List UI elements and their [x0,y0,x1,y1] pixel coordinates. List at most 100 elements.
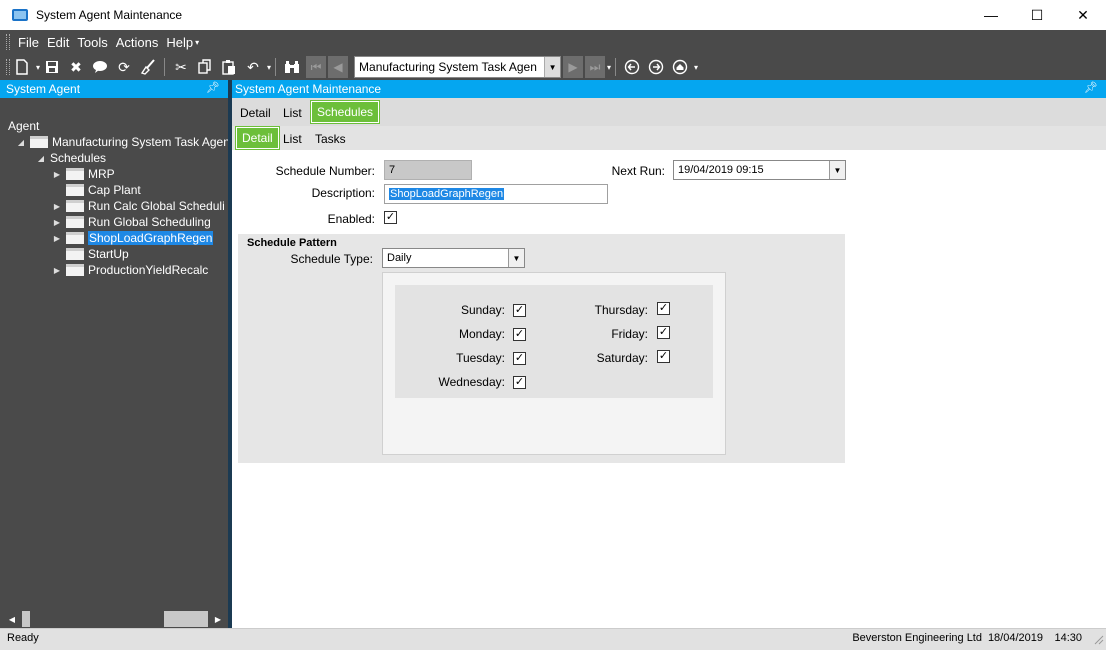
description-field[interactable]: ShopLoadGraphRegen [384,184,608,204]
close-button[interactable]: ✕ [1060,0,1106,30]
tree-node[interactable]: Cap Plant [52,182,141,198]
expand-icon[interactable]: ▶ [52,234,62,243]
tree-node[interactable]: ▶ Run Global Scheduling [52,214,211,230]
home-icon[interactable] [668,56,692,78]
day-checkbox[interactable]: ✓ [513,328,526,341]
next-run-field[interactable]: 19/04/2019 09:15 ▼ [673,160,846,180]
navigator-combo[interactable]: Manufacturing System Task Agen ▼ [354,56,562,78]
tree-node-label: Cap Plant [88,183,141,197]
copy-icon[interactable] [193,56,217,78]
folder-icon [66,216,84,228]
tree-node[interactable]: ▶ ShopLoadGraphRegen [52,230,214,246]
tree-node-label: Schedules [50,151,107,165]
schedule-number-field: 7 [384,160,472,180]
previous-record-icon[interactable]: ◀ [328,56,349,78]
schedule-type-label: Schedule Type: [290,252,373,266]
tree-node[interactable]: ▶ Run Calc Global Scheduli [52,198,225,214]
home-dropdown-icon[interactable]: ▾ [694,63,698,72]
day-checkbox[interactable]: ✓ [513,352,526,365]
search-binoculars-icon[interactable] [280,56,304,78]
tree-node-label: Run Global Scheduling [88,215,211,229]
scroll-thumb[interactable] [164,611,208,627]
subtab-tasks[interactable]: Tasks [310,128,351,150]
subtab-detail[interactable]: Detail [235,126,280,150]
day-checkbox[interactable]: ✓ [657,350,670,363]
status-bar: Ready Beverston Engineering Ltd 18/04/20… [0,628,1106,650]
days-container: Sunday: ✓ Monday: ✓ Tuesday: ✓ Wednesday: ✓ Thur… [382,272,726,455]
left-panel-header: System Agent 📌︎ [0,80,228,98]
days-panel: Sunday: ✓ Monday: ✓ Tuesday: ✓ Wednesday: ✓ Thur… [395,285,713,398]
tree-node[interactable]: StartUp [52,246,129,262]
resize-grip-icon[interactable] [1092,633,1104,645]
cut-icon[interactable]: ✂ [169,56,193,78]
tab-schedules[interactable]: Schedules [309,100,381,124]
chevron-down-icon[interactable]: ▼ [508,249,524,267]
menu-overflow-icon[interactable]: ▾ [195,38,199,47]
forward-icon[interactable] [644,56,668,78]
day-checkbox[interactable]: ✓ [657,302,670,315]
description-label: Description: [311,186,375,200]
status-time: 14:30 [1054,632,1082,644]
day-label: Saturday: [596,351,648,365]
day-checkbox[interactable]: ✓ [513,304,526,317]
day-label: Friday: [611,327,648,341]
chevron-down-icon[interactable]: ▼ [544,57,561,77]
menu-tools[interactable]: Tools [77,35,107,50]
clear-icon[interactable] [136,56,160,78]
menu-help[interactable]: Help [166,35,193,50]
status-ready: Ready [7,632,39,644]
day-checkbox[interactable]: ✓ [513,376,526,389]
expand-icon[interactable]: ▶ [52,218,62,227]
tab-detail[interactable]: Detail [235,102,276,124]
undo-icon[interactable]: ↶ [241,56,265,78]
schedule-pattern-title: Schedule Pattern [247,237,337,249]
menu-edit[interactable]: Edit [47,35,69,50]
horizontal-scrollbar[interactable]: ◀ ▶ [4,610,226,628]
maximize-button[interactable]: ☐ [1014,0,1060,30]
paste-icon[interactable] [217,56,241,78]
pin-icon[interactable]: 📌︎ [206,81,220,94]
minimize-button[interactable]: — [968,0,1014,30]
menu-grip[interactable] [6,34,10,50]
tree-node[interactable]: Agent [8,118,39,134]
expand-icon[interactable]: ▶ [52,202,62,211]
delete-icon[interactable]: ✖ [64,56,88,78]
collapse-icon[interactable]: ◢ [36,154,46,163]
tree-node[interactable]: ◢ Schedules [36,150,106,166]
scroll-right-icon[interactable]: ▶ [210,615,226,624]
day-checkbox[interactable]: ✓ [657,326,670,339]
tree-node[interactable]: ▶ MRP [52,166,115,182]
nav-dropdown-icon[interactable]: ▾ [607,63,611,72]
schedule-type-select[interactable]: Daily ▼ [382,248,525,268]
pin-icon[interactable]: 📌︎ [1084,81,1098,94]
chevron-down-icon[interactable]: ▼ [829,161,845,179]
sub-tab-row: Detail List Tasks [232,126,1106,150]
tree-node-label: ShopLoadGraphRegen [88,231,214,245]
schedule-number-value: 7 [389,164,396,176]
title-bar: System Agent Maintenance — ☐ ✕ [0,0,1106,30]
last-record-icon[interactable]: ⏭ [585,56,606,78]
expand-icon[interactable]: ▶ [52,170,62,179]
subtab-list[interactable]: List [278,128,307,150]
expand-icon[interactable]: ▶ [52,266,62,275]
tab-list[interactable]: List [278,102,307,124]
tree-node[interactable]: ▶ ProductionYieldRecalc [52,262,208,278]
new-icon[interactable] [10,56,34,78]
toolbar-separator [164,58,166,76]
left-panel: System Agent 📌︎ Agent ◢ Manufacturing Syst… [0,80,233,628]
tree-node[interactable]: ◢ Manufacturing System Task Agent [16,134,233,150]
refresh-icon[interactable]: ⟳ [112,56,136,78]
save-icon[interactable] [40,56,64,78]
back-icon[interactable] [620,56,644,78]
tree-node-label: StartUp [88,247,129,261]
menu-file[interactable]: File [18,35,39,50]
menu-actions[interactable]: Actions [116,35,159,50]
next-record-icon[interactable]: ▶ [563,56,584,78]
scroll-left-icon[interactable]: ◀ [4,615,20,624]
first-record-icon[interactable]: ⏮ [306,56,327,78]
memo-icon[interactable] [88,56,112,78]
undo-dropdown-icon[interactable]: ▾ [267,63,271,72]
window-title: System Agent Maintenance [36,8,183,22]
collapse-icon[interactable]: ◢ [16,138,26,147]
enabled-checkbox[interactable]: ✓ [384,211,397,224]
